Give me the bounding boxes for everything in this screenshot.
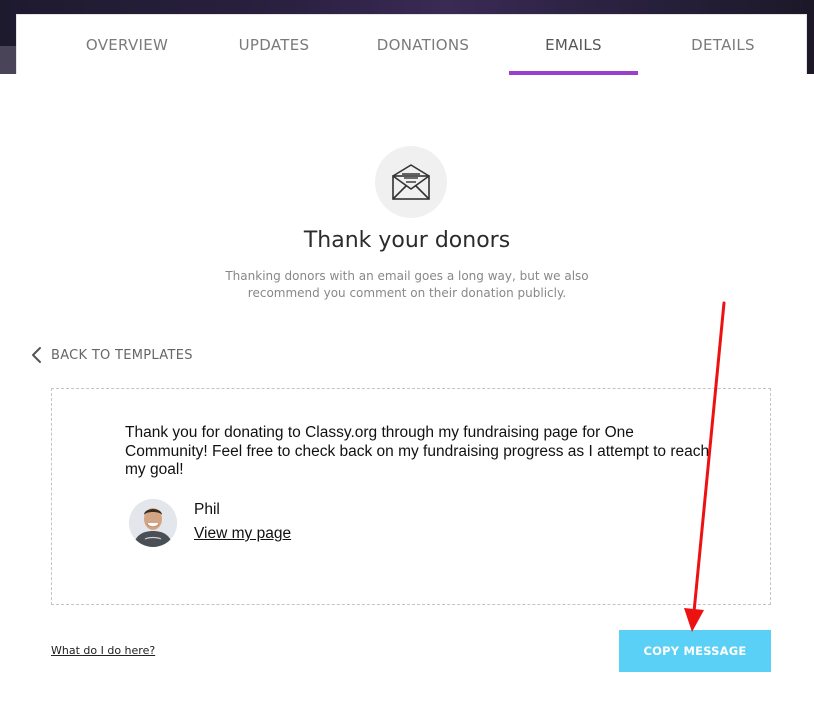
tab-bar: OVERVIEW UPDATES DONATIONS EMAILS DETAIL… (16, 14, 807, 75)
back-to-templates-link[interactable]: BACK TO TEMPLATES (30, 345, 193, 365)
tab-emails[interactable]: EMAILS (509, 15, 638, 75)
envelope-icon (375, 146, 447, 218)
message-preview: Thank you for donating to Classy.org thr… (51, 388, 771, 605)
view-my-page-link[interactable]: View my page (194, 525, 291, 543)
tab-overview[interactable]: OVERVIEW (57, 15, 197, 75)
header-background-edge (0, 46, 16, 74)
help-link[interactable]: What do I do here? (51, 644, 155, 657)
page-title: Thank your donors (303, 228, 511, 253)
tab-details[interactable]: DETAILS (653, 15, 793, 75)
copy-message-button[interactable]: COPY MESSAGE (619, 630, 771, 672)
tab-donations[interactable]: DONATIONS (353, 15, 493, 75)
avatar (129, 499, 177, 547)
message-body: Thank you for donating to Classy.org thr… (125, 424, 710, 478)
page-description: Thanking donors with an email goes a lon… (225, 269, 589, 300)
sender-name: Phil (194, 501, 220, 518)
chevron-left-icon (32, 347, 41, 363)
active-tab-indicator (509, 71, 638, 75)
tab-updates[interactable]: UPDATES (204, 15, 344, 75)
back-link-label: BACK TO TEMPLATES (51, 347, 193, 363)
